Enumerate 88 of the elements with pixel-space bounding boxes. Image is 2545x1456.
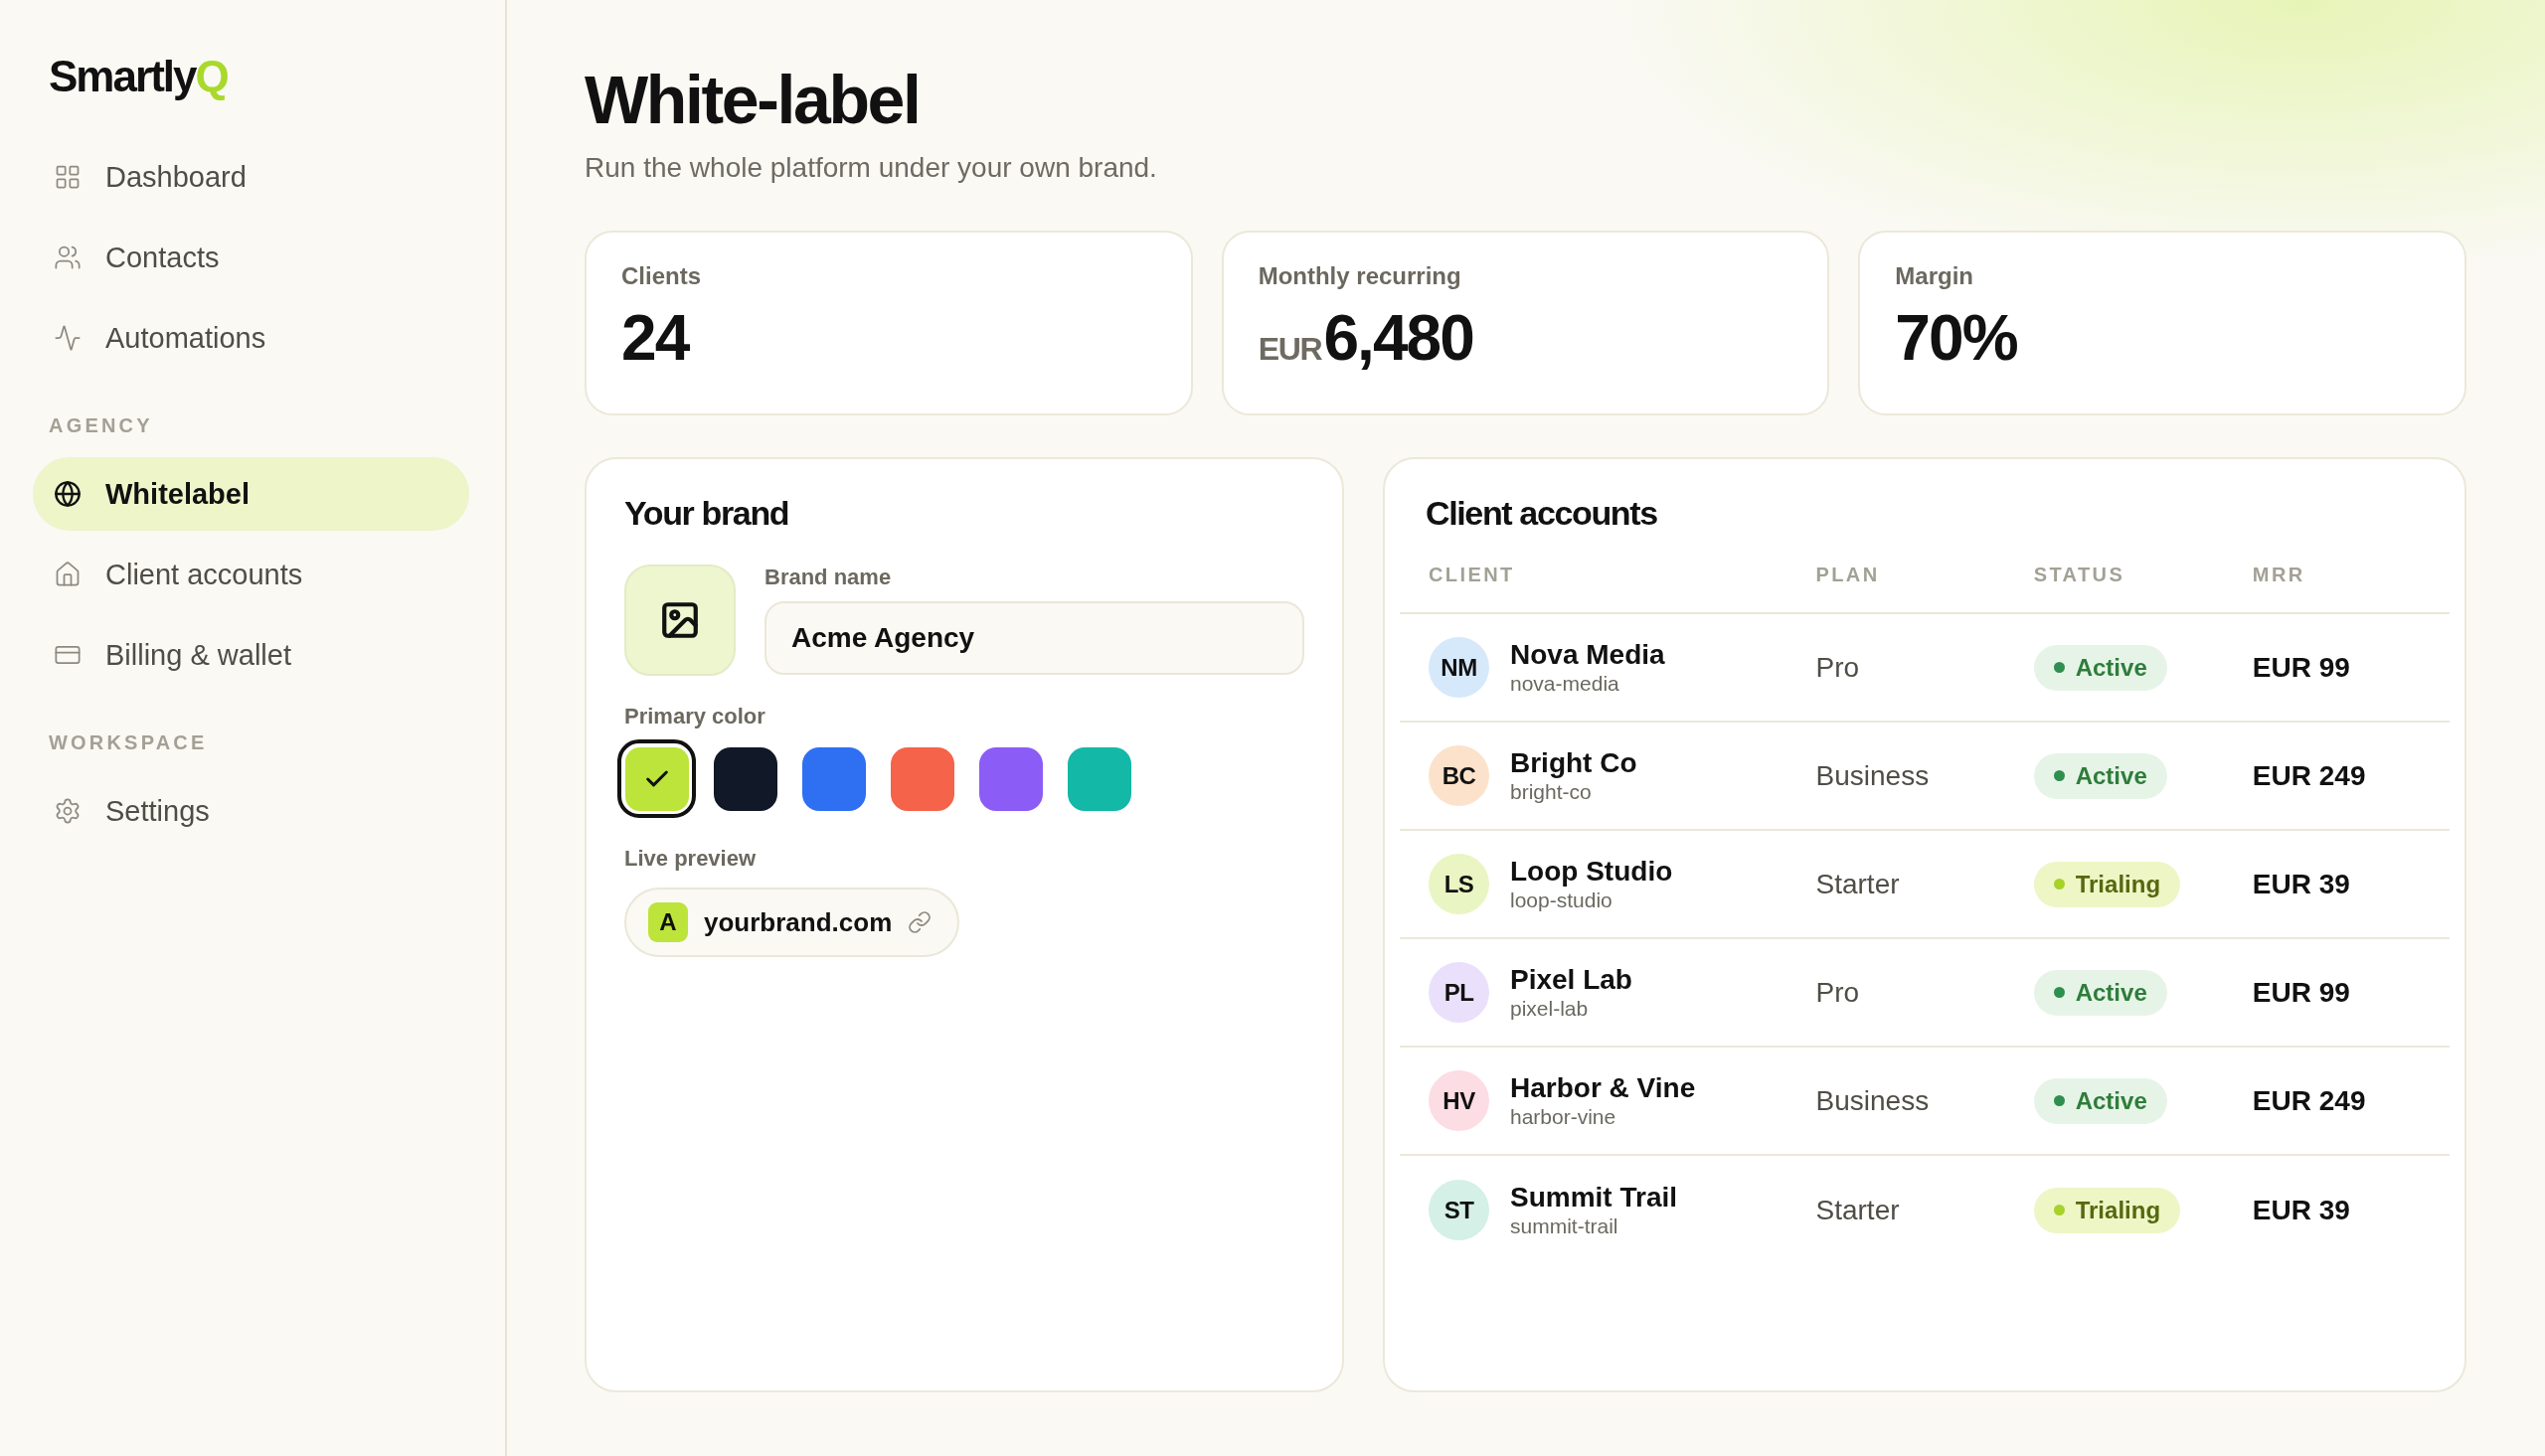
mrr-cell: EUR 99 — [2252, 976, 2350, 1009]
column-header: PLAN — [1814, 564, 1880, 586]
client-slug: loop-studio — [1510, 888, 1612, 912]
mrr-cell: EUR 249 — [2252, 759, 2366, 792]
sidebar-item[interactable]: Contacts — [33, 221, 469, 294]
stat-value: 70% — [1895, 306, 2017, 370]
mrr-cell: EUR 249 — [2252, 1084, 2366, 1117]
client-slug: harbor-vine — [1510, 1104, 1616, 1129]
client-avatar: ST — [1429, 1180, 1489, 1240]
house-icon — [54, 561, 82, 588]
plan-cell: Business — [1815, 759, 1930, 792]
status-label: Active — [2075, 978, 2147, 1007]
column-header: STATUS — [2032, 564, 2125, 586]
link-icon — [908, 910, 933, 934]
plan-cell: Pro — [1815, 651, 1860, 684]
status-dot-icon — [2053, 770, 2065, 781]
stat-label: Margin — [1895, 261, 1973, 291]
logo-upload-button[interactable] — [624, 565, 736, 676]
status-dot-icon — [2053, 987, 2065, 998]
client-name: Loop Studio — [1510, 856, 1673, 888]
settings-icon — [54, 797, 82, 825]
stat-value: 24 — [621, 306, 689, 370]
client-name: Pixel Lab — [1510, 964, 1632, 996]
grid-icon — [54, 163, 82, 191]
stat-value: 6,480 — [1323, 306, 1473, 370]
field-label: Brand name — [764, 565, 892, 590]
stat-label: Clients — [621, 261, 701, 291]
card-title: Client accounts — [1426, 493, 1657, 533]
column-header: MRR — [2251, 564, 2305, 586]
sidebar-item[interactable]: Dashboard — [33, 140, 469, 214]
mrr-cell: EUR 99 — [2252, 651, 2350, 684]
brand-name-input[interactable]: Acme Agency — [764, 601, 1304, 675]
client-avatar: NM — [1429, 637, 1489, 698]
page-subtitle: Run the whole platform under your own brand. — [585, 151, 1157, 185]
status-dot-icon — [2053, 662, 2065, 673]
client-avatar: HV — [1429, 1070, 1489, 1131]
client-name: Summit Trail — [1510, 1182, 1678, 1213]
preview-domain: yourbrand.com — [704, 906, 893, 938]
currency-prefix: EUR — [1258, 330, 1322, 369]
status-dot-icon — [2053, 879, 2065, 890]
color-swatch[interactable] — [978, 746, 1043, 811]
status-dot-icon — [2053, 1095, 2065, 1106]
section-label: AGENCY — [49, 413, 153, 437]
status-dot-icon — [2053, 1205, 2065, 1215]
color-swatch[interactable] — [801, 746, 866, 811]
sidebar-item[interactable]: Automations — [33, 301, 469, 375]
color-swatch[interactable] — [890, 746, 954, 811]
status-label: Active — [2075, 1086, 2147, 1115]
status-label: Trialing — [2075, 1196, 2161, 1224]
color-swatch[interactable] — [713, 746, 777, 811]
card-title: Your brand — [624, 493, 789, 533]
plan-cell: Business — [1815, 1084, 1930, 1117]
status-label: Active — [2075, 653, 2147, 682]
client-slug: pixel-lab — [1510, 996, 1589, 1021]
color-swatch[interactable] — [1067, 746, 1131, 811]
client-slug: bright-co — [1510, 779, 1592, 804]
color-swatch[interactable] — [617, 739, 696, 818]
sidebar-item[interactable]: Client accounts — [33, 538, 469, 611]
field-label: Primary color — [624, 704, 765, 729]
pulse-icon — [54, 324, 82, 352]
plan-cell: Pro — [1815, 976, 1860, 1009]
client-slug: summit-trail — [1510, 1213, 1618, 1238]
globe-icon — [54, 480, 82, 508]
sidebar-item[interactable]: Billing & wallet — [33, 618, 469, 692]
logo: SmartlyQ — [49, 51, 228, 102]
field-label: Live preview — [624, 846, 757, 872]
client-name: Bright Co — [1510, 747, 1637, 779]
stat-label: Monthly recurring — [1258, 261, 1461, 291]
section-label: WORKSPACE — [49, 730, 208, 754]
status-label: Trialing — [2075, 870, 2161, 898]
client-name: Harbor & Vine — [1510, 1072, 1696, 1104]
page-title: White-label — [585, 64, 920, 135]
sidebar-item[interactable]: Whitelabel — [33, 457, 469, 531]
plan-cell: Starter — [1815, 1194, 1900, 1226]
column-header: CLIENT — [1428, 564, 1515, 586]
users-icon — [54, 243, 82, 271]
image-icon — [659, 599, 701, 641]
brand-initial: A — [648, 902, 688, 942]
client-name: Nova Media — [1510, 639, 1665, 671]
client-avatar: PL — [1429, 962, 1489, 1023]
mrr-cell: EUR 39 — [2252, 1194, 2350, 1226]
client-avatar: LS — [1429, 854, 1489, 914]
client-slug: nova-media — [1510, 671, 1619, 696]
sidebar-item[interactable]: Settings — [33, 774, 469, 848]
plan-cell: Starter — [1815, 868, 1900, 900]
mrr-cell: EUR 39 — [2252, 868, 2350, 900]
client-avatar: BC — [1429, 745, 1489, 806]
status-label: Active — [2075, 761, 2147, 790]
